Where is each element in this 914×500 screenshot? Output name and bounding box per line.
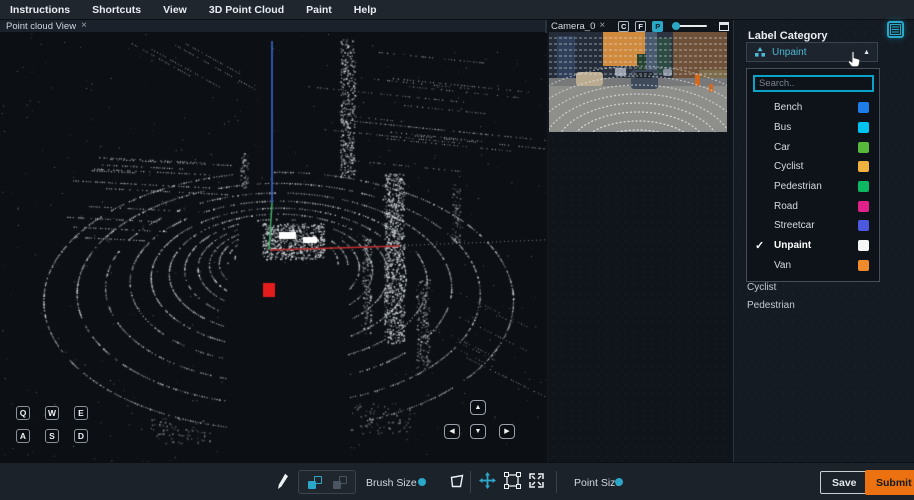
key-hint-a[interactable]: A [16, 429, 30, 443]
move-tool[interactable] [479, 472, 496, 489]
key-hint-s[interactable]: S [45, 429, 59, 443]
color-swatch [858, 260, 869, 271]
option-unpaint[interactable]: ✓ Unpaint [747, 236, 879, 256]
point-cloud-canvas[interactable] [0, 33, 547, 462]
polygon-tool[interactable] [448, 474, 465, 489]
key-hint-q[interactable]: Q [16, 406, 30, 420]
app-window: Instructions Shortcuts View 3D Point Clo… [0, 0, 914, 500]
close-icon[interactable]: × [599, 21, 605, 31]
color-swatch [858, 102, 869, 113]
mouse-cursor-hand [847, 51, 861, 68]
menu-item-help[interactable]: Help [354, 4, 377, 16]
key-hint-w[interactable]: W [45, 406, 59, 420]
color-swatch [858, 201, 869, 212]
label-list-item-cyclist[interactable]: Cyclist [747, 282, 776, 293]
bottom-toolbar: Brush Size [0, 462, 914, 500]
option-cyclist[interactable]: Cyclist [747, 157, 879, 177]
camera-f-button[interactable]: F [635, 21, 646, 32]
panel-toggle-icon[interactable] [887, 21, 904, 38]
menu-item-3d-point-cloud[interactable]: 3D Point Cloud [209, 4, 284, 16]
option-bus[interactable]: Bus [747, 118, 879, 138]
save-button[interactable]: Save [820, 471, 869, 494]
key-hint-e[interactable]: E [74, 406, 88, 420]
category-icon [754, 46, 766, 58]
toolbar-divider [556, 471, 557, 493]
option-van[interactable]: Van [747, 256, 879, 276]
check-icon: ✓ [755, 239, 764, 252]
maximize-icon[interactable] [719, 22, 729, 31]
camera-opacity-slider[interactable] [672, 25, 707, 27]
camera-image[interactable] [549, 32, 727, 132]
brush-size-label: Brush Size [366, 477, 417, 489]
color-swatch [858, 161, 869, 172]
paint-copy-group [298, 470, 356, 494]
option-streetcar[interactable]: Streetcar [747, 216, 879, 236]
slider-thumb[interactable] [418, 478, 426, 486]
label-list-item-pedestrian[interactable]: Pedestrian [747, 300, 795, 311]
pan-up-button[interactable]: ▲ [470, 400, 486, 415]
search-input[interactable] [753, 75, 874, 92]
color-swatch [858, 181, 869, 192]
chevron-up-icon[interactable]: ▲ [863, 49, 870, 56]
fullscreen-expand-tool[interactable] [528, 472, 545, 489]
option-bench[interactable]: Bench [747, 98, 879, 118]
label-category-sidebar: Label Category Unpaint ▲ Cyclist Pedestr… [733, 20, 914, 462]
toolbar-divider [470, 471, 471, 493]
fit-frame-tool[interactable] [504, 472, 521, 489]
menu-item-view[interactable]: View [163, 4, 187, 16]
option-road[interactable]: Road [747, 196, 879, 216]
pan-down-button[interactable]: ▼ [470, 424, 486, 439]
menu-bar: Instructions Shortcuts View 3D Point Clo… [0, 0, 914, 20]
close-icon[interactable]: × [81, 21, 87, 31]
color-swatch [858, 220, 869, 231]
label-category-dropdown-panel: Bench Bus Car Cyclist Pedestrian [746, 68, 880, 282]
camera-c-button[interactable]: C [618, 21, 629, 32]
pan-left-button[interactable]: ◀ [444, 424, 460, 439]
color-swatch [858, 142, 869, 153]
submit-button[interactable]: Submit [865, 470, 914, 495]
slider-thumb[interactable] [615, 478, 623, 486]
menu-item-paint[interactable]: Paint [306, 4, 332, 16]
paint-brush-tool[interactable] [277, 473, 289, 490]
paste-paint-button[interactable] [333, 476, 347, 489]
pan-right-button[interactable]: ▶ [499, 424, 515, 439]
key-hint-d[interactable]: D [74, 429, 88, 443]
option-pedestrian[interactable]: Pedestrian [747, 177, 879, 197]
sidebar-title: Label Category [748, 30, 827, 42]
color-swatch [858, 240, 869, 251]
menu-item-instructions[interactable]: Instructions [10, 4, 70, 16]
camera-panel: Camera_0 × C F P [549, 20, 733, 462]
point-cloud-panel: Point cloud View × [0, 20, 547, 462]
copy-paint-button[interactable] [308, 476, 322, 489]
camera-p-button[interactable]: P [652, 21, 663, 32]
camera-tab-bar: Camera_0 × C F P [549, 20, 733, 32]
color-swatch [858, 122, 869, 133]
camera-tab-label: Camera_0 [551, 21, 595, 32]
point-cloud-tab-bar: Point cloud View × [0, 20, 545, 33]
slider-thumb[interactable] [672, 22, 680, 30]
dropdown-selected-value: Unpaint [772, 47, 857, 58]
option-car[interactable]: Car [747, 137, 879, 157]
point-cloud-tab-label: Point cloud View [6, 21, 76, 32]
menu-item-shortcuts[interactable]: Shortcuts [92, 4, 141, 16]
